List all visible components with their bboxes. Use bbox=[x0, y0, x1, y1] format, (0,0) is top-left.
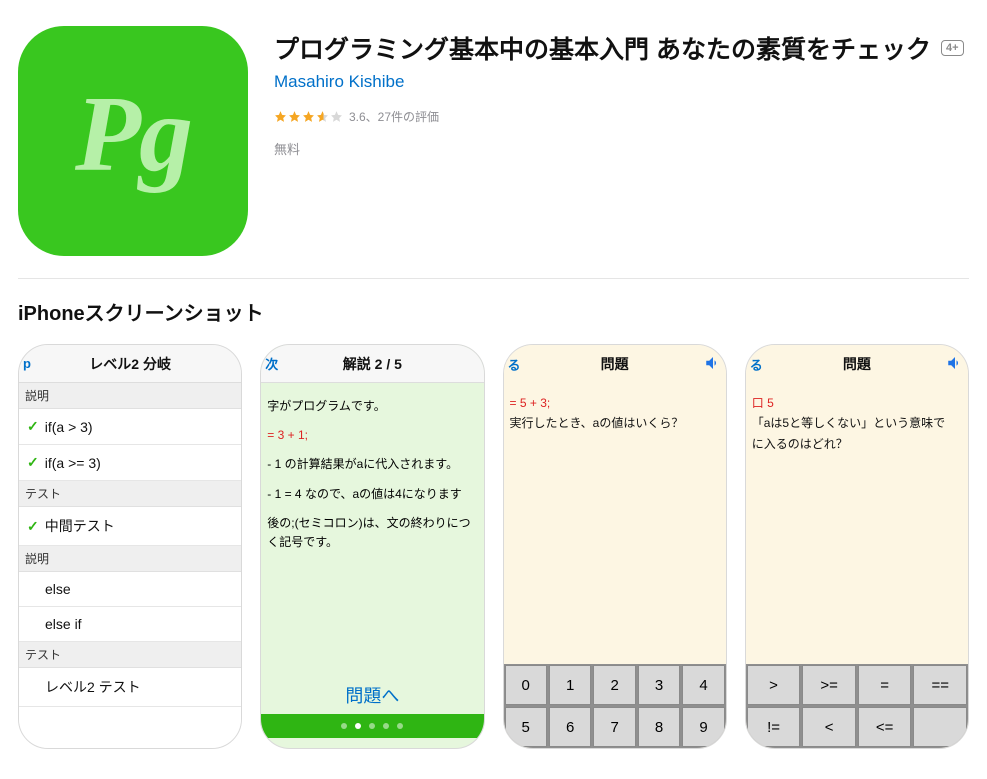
list-section-header: テスト bbox=[19, 642, 241, 668]
rating-row: 3.6、27件の評価 bbox=[274, 108, 969, 125]
nav-title: レベル2 分岐 bbox=[89, 354, 171, 374]
code-line: 口 5 bbox=[752, 393, 962, 413]
app-header: Pg プログラミング基本中の基本入門 あなたの素質をチェック 4+ Masahi… bbox=[18, 12, 969, 274]
list-item[interactable]: ✓ if(a > 3) bbox=[19, 409, 241, 445]
list-section-header: 説明 bbox=[19, 546, 241, 572]
list-item[interactable]: レベル2 テスト bbox=[19, 668, 241, 707]
nav-back[interactable]: る bbox=[508, 355, 521, 374]
list-section-header: 説明 bbox=[19, 383, 241, 409]
keypad-key[interactable]: >= bbox=[802, 665, 856, 705]
page-dot bbox=[397, 723, 403, 729]
page-indicator bbox=[261, 714, 483, 738]
list-item[interactable]: else if bbox=[19, 607, 241, 642]
app-meta: プログラミング基本中の基本入門 あなたの素質をチェック 4+ Masahiro … bbox=[274, 26, 969, 256]
keypad-key[interactable]: 0 bbox=[505, 665, 547, 705]
speaker-icon[interactable] bbox=[704, 354, 722, 375]
list-item-label: else if bbox=[45, 616, 82, 632]
page-dot bbox=[369, 723, 375, 729]
number-keypad: 01234 56789 bbox=[504, 664, 726, 748]
nav-title: 解説 2 / 5 bbox=[343, 354, 402, 374]
question-text: 実行したとき、aの値はいくら？ bbox=[510, 413, 720, 433]
keypad-key[interactable]: == bbox=[913, 665, 967, 705]
star-icon bbox=[330, 110, 343, 123]
rating-text: 3.6、27件の評価 bbox=[349, 108, 439, 125]
code-line: = 3 + 1; bbox=[267, 426, 477, 445]
check-icon: ✓ bbox=[27, 454, 39, 471]
page-dot bbox=[355, 723, 361, 729]
app-icon-text: Pg bbox=[75, 73, 191, 197]
keypad-key[interactable]: = bbox=[858, 665, 912, 705]
code-line: = 5 + 3; bbox=[510, 393, 720, 413]
text-line: 後の;(セミコロン)は、文の終わりにつく記号です。 bbox=[267, 514, 477, 552]
keypad-key[interactable] bbox=[913, 707, 967, 747]
keypad-key[interactable]: 5 bbox=[505, 707, 547, 747]
keypad-key[interactable]: 8 bbox=[638, 707, 680, 747]
list-section-header: テスト bbox=[19, 481, 241, 507]
keypad-key[interactable]: <= bbox=[858, 707, 912, 747]
nav-title: 問題 bbox=[843, 354, 871, 374]
screenshot-gallery[interactable]: p レベル2 分岐 説明 ✓ if(a > 3) ✓ if(a >= 3) テスト ✓ 中間テ… bbox=[18, 344, 969, 749]
text-line: - 1 の計算結果がaに代入されます。 bbox=[267, 455, 477, 474]
nav-title: 問題 bbox=[601, 354, 629, 374]
navbar: る 問題 bbox=[504, 345, 726, 383]
question-text: に入るのはどれ？ bbox=[752, 434, 962, 454]
speaker-icon[interactable] bbox=[946, 354, 964, 375]
list-item[interactable]: ✓ if(a >= 3) bbox=[19, 445, 241, 481]
developer-link[interactable]: Masahiro Kishibe bbox=[274, 72, 969, 92]
list-item-label: if(a > 3) bbox=[45, 419, 93, 435]
app-icon: Pg bbox=[18, 26, 248, 256]
page-dot bbox=[383, 723, 389, 729]
screenshot-4[interactable]: る 問題 口 5 「aは5と等しくない」という意味で に入るのはどれ？ >>==… bbox=[745, 344, 969, 749]
star-icon bbox=[316, 110, 329, 123]
lesson-list: 説明✓if(a > 3)✓if(a >= 3)テスト✓中間テスト説明elseel… bbox=[19, 383, 241, 748]
screenshots-heading: iPhoneスクリーンショット bbox=[18, 297, 969, 326]
nav-back[interactable]: る bbox=[750, 355, 763, 374]
price-label: 無料 bbox=[274, 139, 969, 158]
list-item-label: 中間テスト bbox=[45, 516, 115, 536]
keypad-key[interactable]: != bbox=[747, 707, 801, 747]
star-icon bbox=[274, 110, 287, 123]
operator-keypad: >>====!=<<= bbox=[746, 664, 968, 748]
keypad-key[interactable]: 3 bbox=[638, 665, 680, 705]
check-icon: ✓ bbox=[27, 518, 39, 535]
keypad-key[interactable]: 7 bbox=[593, 707, 635, 747]
navbar: る 問題 bbox=[746, 345, 968, 383]
question-text: 「aは5と等しくない」という意味で bbox=[752, 413, 962, 433]
divider bbox=[18, 278, 969, 279]
screenshot-1[interactable]: p レベル2 分岐 説明 ✓ if(a > 3) ✓ if(a >= 3) テスト ✓ 中間テ… bbox=[18, 344, 242, 749]
text-line: 字がプログラムです。 bbox=[267, 397, 477, 416]
page-dot bbox=[341, 723, 347, 729]
keypad-key[interactable]: > bbox=[747, 665, 801, 705]
navbar: 次 解説 2 / 5 bbox=[261, 345, 483, 383]
list-item[interactable]: else bbox=[19, 572, 241, 607]
star-rating bbox=[274, 110, 343, 123]
explanation-body: 字がプログラムです。 = 3 + 1; - 1 の計算結果がaに代入されます。 … bbox=[261, 383, 483, 748]
keypad-key[interactable]: < bbox=[802, 707, 856, 747]
age-badge: 4+ bbox=[941, 40, 964, 56]
list-item-label: レベル2 テスト bbox=[45, 677, 141, 697]
keypad-key[interactable]: 1 bbox=[549, 665, 591, 705]
list-item[interactable]: ✓ 中間テスト bbox=[19, 507, 241, 546]
nav-next[interactable]: 次 bbox=[265, 354, 278, 373]
list-item-label: else bbox=[45, 581, 71, 597]
keypad-key[interactable]: 4 bbox=[682, 665, 724, 705]
screenshot-2[interactable]: 次 解説 2 / 5 字がプログラムです。 = 3 + 1; - 1 の計算結果… bbox=[260, 344, 484, 749]
list-item-label: if(a >= 3) bbox=[45, 455, 101, 471]
check-icon: ✓ bbox=[27, 418, 39, 435]
text-line: - 1 = 4 なので、aの値は4になります bbox=[267, 485, 477, 504]
app-title: プログラミング基本中の基本入門 あなたの素質をチェック bbox=[274, 30, 931, 66]
star-icon bbox=[288, 110, 301, 123]
screenshot-3[interactable]: る 問題 = 5 + 3; 実行したとき、aの値はいくら？ 01234 56789 bbox=[503, 344, 727, 749]
nav-back[interactable]: p bbox=[23, 356, 31, 371]
keypad-key[interactable]: 2 bbox=[593, 665, 635, 705]
go-problem-link[interactable]: 問題へ bbox=[267, 682, 477, 711]
keypad-key[interactable]: 9 bbox=[682, 707, 724, 747]
navbar: p レベル2 分岐 bbox=[19, 345, 241, 383]
star-icon bbox=[302, 110, 315, 123]
keypad-key[interactable]: 6 bbox=[549, 707, 591, 747]
